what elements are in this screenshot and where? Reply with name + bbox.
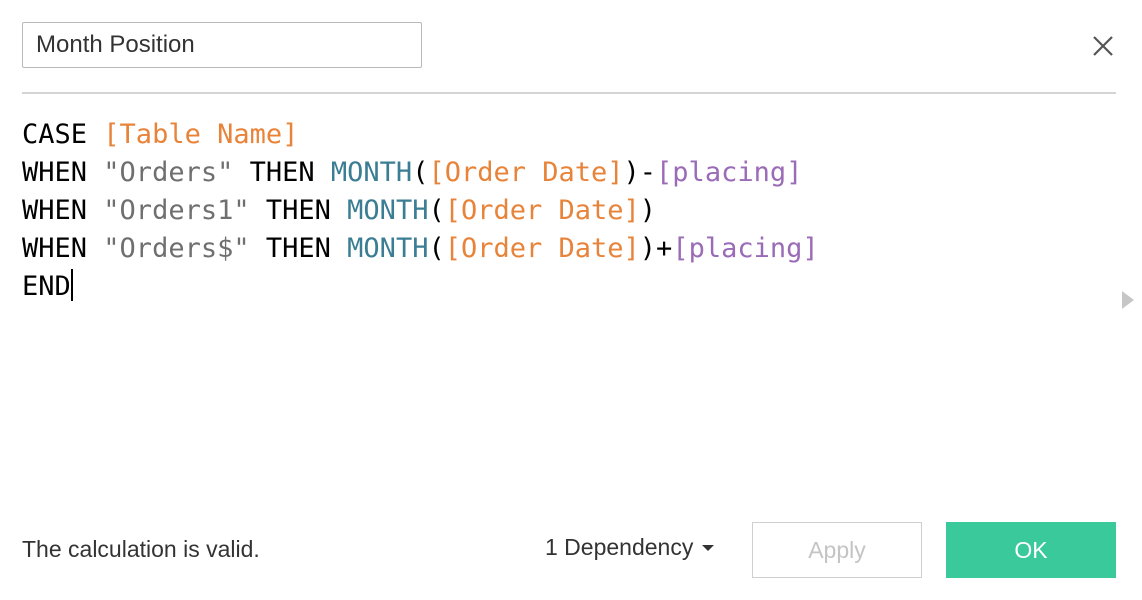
chevron-down-icon (702, 544, 715, 551)
function-month: MONTH (330, 157, 413, 188)
close-icon[interactable] (1086, 29, 1120, 63)
text-cursor (70, 269, 73, 301)
string-literal: "Orders" (103, 157, 234, 188)
code-line-2: WHEN "Orders" THEN MONTH([Order Date])-[… (22, 154, 1112, 192)
function-month: MONTH (347, 195, 429, 226)
parameter-placing: [placing] (656, 157, 803, 188)
validation-status: The calculation is valid. (22, 536, 260, 562)
string-literal: "Orders$" (103, 233, 250, 264)
field-order-date: [Order Date] (428, 157, 624, 188)
calc-name-input[interactable] (22, 22, 422, 68)
keyword-then: THEN (249, 157, 315, 188)
code-line-3: WHEN "Orders1" THEN MONTH([Order Date]) (22, 192, 1112, 230)
field-order-date: [Order Date] (444, 195, 640, 226)
operator-minus: )- (623, 157, 657, 188)
keyword-case: CASE (22, 119, 88, 150)
keyword-then: THEN (265, 195, 331, 226)
open-paren: ( (428, 195, 445, 226)
keyword-when: WHEN (22, 157, 88, 188)
keyword-when: WHEN (22, 233, 88, 264)
field-table-name: [Table Name] (103, 119, 299, 150)
expand-panel-arrow-icon[interactable] (1122, 291, 1134, 309)
code-line-1: CASE [Table Name] (22, 116, 1112, 154)
dependency-dropdown[interactable]: 1 Dependency (545, 534, 715, 561)
function-month: MONTH (347, 233, 429, 264)
keyword-when: WHEN (22, 195, 88, 226)
ok-button[interactable]: OK (946, 522, 1116, 578)
formula-editor[interactable]: CASE [Table Name] WHEN "Orders" THEN MON… (22, 116, 1112, 496)
code-line-5: END (22, 268, 1112, 306)
operator-plus: )+ (639, 233, 673, 264)
string-literal: "Orders1" (103, 195, 250, 226)
keyword-end: END (22, 271, 71, 302)
apply-button[interactable]: Apply (752, 522, 922, 578)
code-line-4: WHEN "Orders$" THEN MONTH([Order Date])+… (22, 230, 1112, 268)
open-paren: ( (412, 157, 429, 188)
header-divider (22, 92, 1116, 94)
close-paren: ) (639, 195, 657, 226)
field-order-date: [Order Date] (444, 233, 640, 264)
open-paren: ( (428, 233, 445, 264)
calculation-dialog: CASE [Table Name] WHEN "Orders" THEN MON… (0, 0, 1142, 600)
dependency-label: 1 Dependency (545, 534, 694, 560)
keyword-then: THEN (265, 233, 331, 264)
close-button[interactable] (1086, 29, 1120, 63)
parameter-placing: [placing] (672, 233, 819, 264)
